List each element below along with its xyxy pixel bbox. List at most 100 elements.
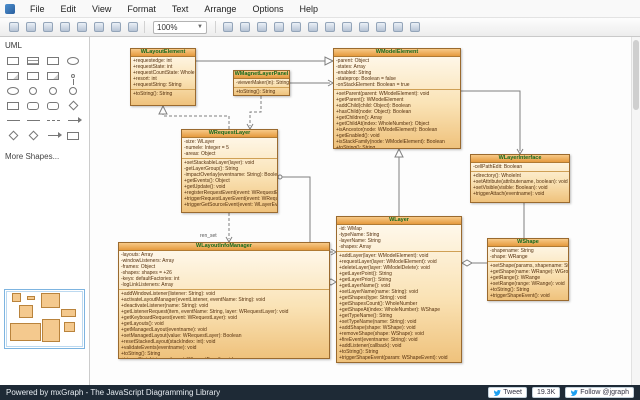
zoom-dropdown[interactable]: 100% ▼ <box>153 21 207 34</box>
uml-class-wrequestlayer[interactable]: WRequestLayer-size: WLayer-numele: Integ… <box>181 129 278 213</box>
uml-class-wlayerinterface[interactable]: WLayerInterface-cellPathEdit: Boolean+di… <box>470 154 570 203</box>
follow-label: Follow @jgraph <box>580 389 629 396</box>
toolbar-print[interactable] <box>73 20 90 35</box>
menu-Edit[interactable]: Edit <box>53 2 85 16</box>
toolbar-cut[interactable] <box>107 20 124 35</box>
palette-shape-activity[interactable] <box>43 98 63 113</box>
palette-shape-decision[interactable] <box>63 98 83 113</box>
class-member: -shapes: Array <box>337 244 461 250</box>
scrollbar-thumb[interactable] <box>633 40 639 110</box>
palette-shape-lifeline[interactable] <box>63 128 83 143</box>
outline-node <box>10 323 41 341</box>
toolbar-copy[interactable] <box>124 20 141 35</box>
palette-shape-composition[interactable] <box>3 128 23 143</box>
toolbar-import[interactable] <box>39 20 56 35</box>
more-shapes-link[interactable]: More Shapes... <box>0 144 89 169</box>
state-icon <box>27 102 39 110</box>
class-attributes: -layouts: Array-windowListeners: Array-f… <box>119 251 329 289</box>
class-member: +triggerShapeEvent(param: WShapeEvent): … <box>337 355 461 361</box>
uml-class-wmagnetlayerpanel[interactable]: WMagnetLayerPanel-viewerMaker(in): Strin… <box>233 70 290 96</box>
palette-shape-fork[interactable] <box>3 113 23 128</box>
palette-shape-component[interactable] <box>3 98 23 113</box>
cut-icon <box>111 22 121 32</box>
menu-Format[interactable]: Format <box>119 2 164 16</box>
class-title: WLayoutInfoManager <box>119 243 329 251</box>
lifeline-icon <box>67 132 79 140</box>
palette-shape-state[interactable] <box>23 98 43 113</box>
menu-View[interactable]: View <box>84 2 119 16</box>
toolbar-underline[interactable] <box>389 20 406 35</box>
toolbar-zoom-in[interactable] <box>287 20 304 35</box>
toolbar-paste[interactable] <box>219 20 236 35</box>
uml-class-wlayer[interactable]: WLayer-id: WMap-typeName: String-layerNa… <box>336 216 462 363</box>
fit-page-icon <box>342 22 352 32</box>
toolbar-italic[interactable] <box>372 20 389 35</box>
outline-node <box>61 309 76 317</box>
palette-shape-boundary[interactable] <box>23 83 43 98</box>
toolbar-save[interactable] <box>22 20 39 35</box>
toolbar-open[interactable] <box>5 20 22 35</box>
menu-Arrange[interactable]: Arrange <box>196 2 244 16</box>
entity-icon <box>69 87 77 95</box>
component-icon <box>7 102 19 110</box>
toolbar-fit-page[interactable] <box>338 20 355 35</box>
bold-icon <box>359 22 369 32</box>
class-methods: +addLayer(layer: WModelElement): void+re… <box>337 251 461 362</box>
tweet-count-badge: 19.3K <box>532 387 560 398</box>
palette-shape-module[interactable] <box>23 68 43 83</box>
menu-File[interactable]: File <box>22 2 53 16</box>
menu-Text[interactable]: Text <box>164 2 197 16</box>
fork-icon <box>7 120 20 121</box>
palette-shape-object[interactable] <box>43 53 63 68</box>
uml-class-wlayoutelement[interactable]: WLayoutElement+requestedge: int+requestS… <box>130 48 196 106</box>
toolbar-redo[interactable] <box>270 20 287 35</box>
palette-shape-generalization[interactable] <box>63 113 83 128</box>
message-icon <box>48 135 58 136</box>
toolbar-zoom-out[interactable] <box>304 20 321 35</box>
main-area: UML More Shapes... <box>0 37 640 385</box>
palette-shape-class[interactable] <box>3 53 23 68</box>
palette-shape-class-with-sections[interactable] <box>23 53 43 68</box>
underline-icon <box>393 22 403 32</box>
class-title: WLayer <box>337 217 461 225</box>
palette-shape-control[interactable] <box>43 83 63 98</box>
tweet-button[interactable]: Tweet <box>488 387 527 398</box>
palette-shape-package[interactable] <box>3 68 23 83</box>
composition-icon <box>8 131 18 141</box>
menu-Options[interactable]: Options <box>244 2 291 16</box>
class-member: -cellPathEdit: Boolean <box>471 164 569 170</box>
palette-shape-message[interactable] <box>43 128 63 143</box>
outline-panel[interactable] <box>4 289 85 349</box>
palette-shape-actor[interactable] <box>63 68 83 83</box>
palette-shape-interface[interactable] <box>63 53 83 68</box>
uml-class-wshape[interactable]: WShape-shapename: String-shape: WRange+s… <box>487 238 569 301</box>
toolbar-bold[interactable] <box>355 20 372 35</box>
palette-shape-dependency[interactable] <box>43 113 63 128</box>
palette-shape-aggregation[interactable] <box>23 128 43 143</box>
class-member: -areas: Object <box>182 151 277 157</box>
toolbar-delete[interactable] <box>236 20 253 35</box>
palette-shape-entity[interactable] <box>63 83 83 98</box>
palette-shape-note[interactable] <box>43 68 63 83</box>
follow-button[interactable]: Follow @jgraph <box>565 387 634 398</box>
toolbar-export[interactable] <box>56 20 73 35</box>
toolbar-fill-color[interactable] <box>406 20 423 35</box>
class-title: WModelElement <box>334 49 460 57</box>
use-case-icon <box>7 87 19 95</box>
vertical-scrollbar[interactable] <box>631 37 640 385</box>
palette-shape-association[interactable] <box>23 113 43 128</box>
uml-class-wlayoutinfomanager[interactable]: WLayoutInfoManager-layouts: Array-window… <box>118 242 330 359</box>
toolbar-undo[interactable] <box>253 20 270 35</box>
class-member: +triggerShapeEvent(): void <box>488 293 568 299</box>
outline-canvas <box>5 290 84 348</box>
zoom-value: 100% <box>157 23 177 32</box>
toolbar-preview[interactable] <box>90 20 107 35</box>
palette-shape-use-case[interactable] <box>3 83 23 98</box>
menu-Help[interactable]: Help <box>291 2 326 16</box>
toolbar-actual-size[interactable] <box>321 20 338 35</box>
diagram-canvas[interactable]: ren_set WLayoutElement+requestedge: int+… <box>90 37 640 385</box>
shape-palette: UML More Shapes... <box>0 37 90 385</box>
palette-section-title[interactable]: UML <box>0 37 89 52</box>
object-icon <box>47 57 59 65</box>
uml-class-wmodelelement[interactable]: WModelElement-parent: Object-states: Arr… <box>333 48 461 149</box>
